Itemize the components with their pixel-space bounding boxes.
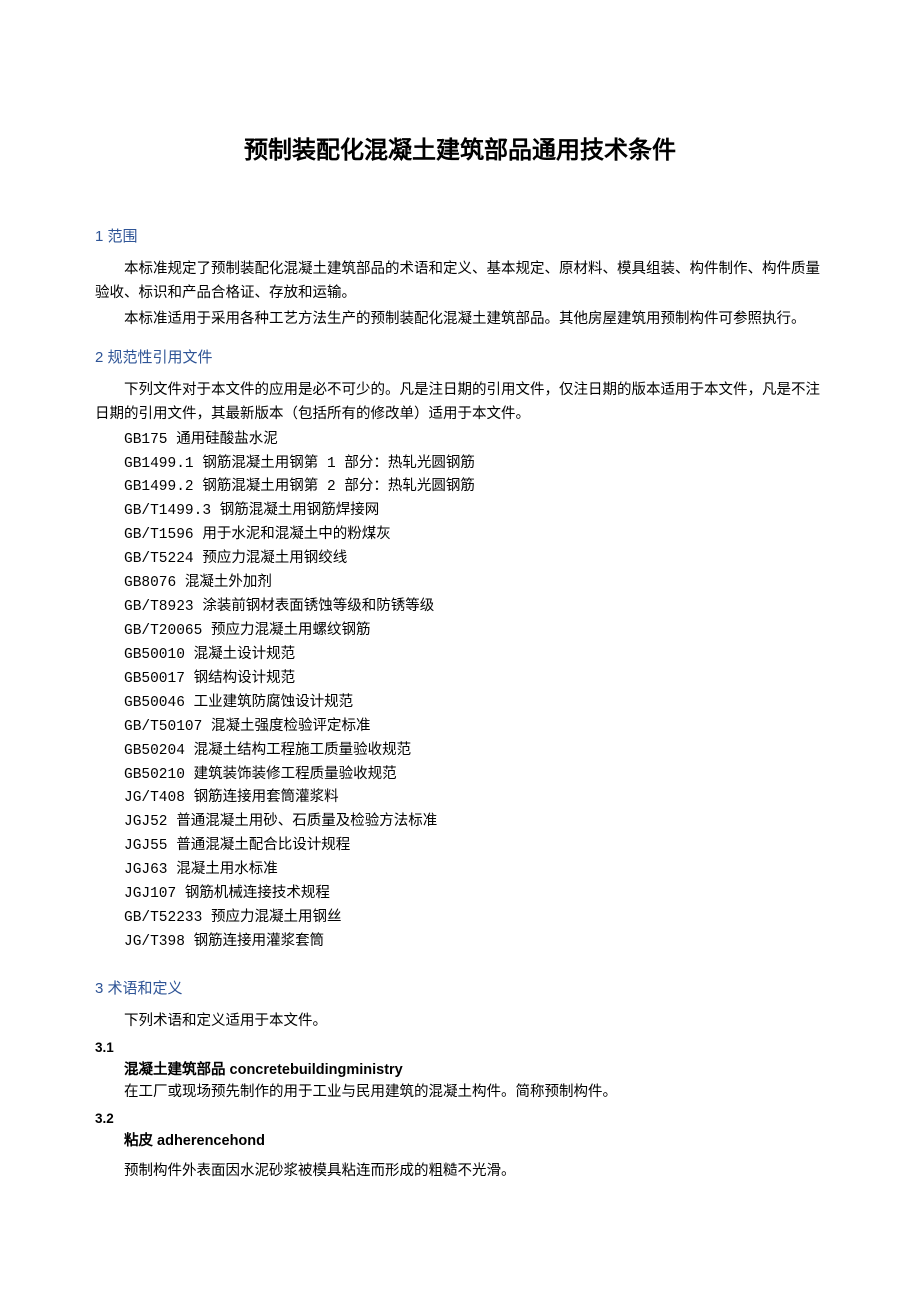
- term-3-2-desc: 预制构件外表面因水泥砂浆被模具粘连而形成的粗糙不光滑。: [95, 1160, 825, 1184]
- reference-item: GB/T52233 预应力混凝土用钢丝: [124, 907, 825, 931]
- reference-item: GB1499.2 钢筋混凝土用钢第 2 部分：热轧光圆钢筋: [124, 476, 825, 500]
- term-3-1-title: 混凝土建筑部品 concretebuildingministry: [95, 1058, 825, 1079]
- reference-item: GB1499.1 钢筋混凝土用钢第 1 部分：热轧光圆钢筋: [124, 453, 825, 477]
- term-3-1-desc: 在工厂或现场预先制作的用于工业与民用建筑的混凝土构件。简称预制构件。: [95, 1081, 825, 1105]
- reference-item: GB175 通用硅酸盐水泥: [124, 429, 825, 453]
- reference-item: GB/T5224 预应力混凝土用钢绞线: [124, 548, 825, 572]
- reference-item: JGJ55 普通混凝土配合比设计规程: [124, 835, 825, 859]
- reference-item: GB50210 建筑装饰装修工程质量验收规范: [124, 764, 825, 788]
- reference-item: JGJ107 钢筋机械连接技术规程: [124, 883, 825, 907]
- reference-item: GB50204 混凝土结构工程施工质量验收规范: [124, 740, 825, 764]
- reference-item: GB8076 混凝土外加剂: [124, 572, 825, 596]
- section-3-para-1: 下列术语和定义适用于本文件。: [95, 1010, 825, 1034]
- reference-item: JG/T408 钢筋连接用套筒灌浆料: [124, 787, 825, 811]
- reference-item: GB50017 钢结构设计规范: [124, 668, 825, 692]
- reference-item: GB/T20065 预应力混凝土用螺纹钢筋: [124, 620, 825, 644]
- document-page: 预制装配化混凝土建筑部品通用技术条件 1 范围 本标准规定了预制装配化混凝土建筑…: [0, 0, 920, 1250]
- reference-item: GB/T50107 混凝土强度检验评定标准: [124, 716, 825, 740]
- reference-list: GB175 通用硅酸盐水泥 GB1499.1 钢筋混凝土用钢第 1 部分：热轧光…: [124, 429, 825, 955]
- document-title: 预制装配化混凝土建筑部品通用技术条件: [95, 130, 825, 165]
- section-1-para-2: 本标准适用于采用各种工艺方法生产的预制装配化混凝土建筑部品。其他房屋建筑用预制构…: [95, 308, 825, 332]
- section-2-para-1: 下列文件对于本文件的应用是必不可少的。凡是注日期的引用文件，仅注日期的版本适用于…: [95, 379, 825, 427]
- section-3-heading: 3 术语和定义: [95, 977, 825, 998]
- reference-item: GB50010 混凝土设计规范: [124, 644, 825, 668]
- reference-item: GB/T1596 用于水泥和混凝土中的粉煤灰: [124, 524, 825, 548]
- reference-item: JGJ52 普通混凝土用砂、石质量及检验方法标准: [124, 811, 825, 835]
- section-2-heading: 2 规范性引用文件: [95, 346, 825, 367]
- reference-item: GB/T1499.3 钢筋混凝土用钢筋焊接网: [124, 500, 825, 524]
- reference-item: GB50046 工业建筑防腐蚀设计规范: [124, 692, 825, 716]
- reference-item: JG/T398 钢筋连接用灌浆套筒: [124, 931, 825, 955]
- reference-item: JGJ63 混凝土用水标准: [124, 859, 825, 883]
- term-3-2-title: 粘皮 adherencehond: [95, 1129, 825, 1150]
- reference-item: GB/T8923 涂装前钢材表面锈蚀等级和防锈等级: [124, 596, 825, 620]
- section-1-para-1: 本标准规定了预制装配化混凝土建筑部品的术语和定义、基本规定、原材料、模具组装、构…: [95, 258, 825, 306]
- term-3-1-number: 3.1: [95, 1040, 825, 1055]
- section-1-heading: 1 范围: [95, 225, 825, 246]
- term-3-2-number: 3.2: [95, 1111, 825, 1126]
